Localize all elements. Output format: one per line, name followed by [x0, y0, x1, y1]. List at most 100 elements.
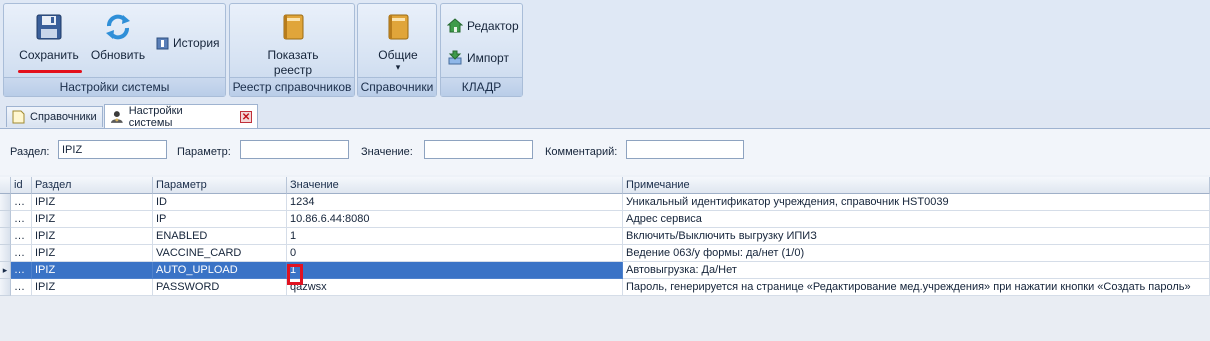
cell-id[interactable]: … — [11, 211, 32, 228]
table-row[interactable]: ▸… IPIZ AUTO_UPLOAD 1 Автовыгрузка: Да/Нет — [0, 262, 1210, 279]
refresh-label: Обновить — [90, 48, 146, 62]
cell-value[interactable]: 0 — [287, 245, 623, 262]
cell-id[interactable]: … — [11, 194, 32, 211]
row-selector[interactable]: ▸ — [0, 262, 11, 279]
editor-button[interactable]: Редактор — [447, 18, 519, 34]
group-label: Справочники — [358, 77, 436, 96]
cell-id[interactable]: … — [11, 279, 32, 296]
value-highlight-box — [287, 264, 303, 285]
history-icon — [156, 37, 169, 49]
import-label: Импорт — [467, 51, 509, 65]
cell-param[interactable]: PASSWORD — [153, 279, 287, 296]
comment-label: Комментарий: — [545, 146, 618, 158]
value-label: Значение: — [361, 146, 413, 158]
chevron-down-icon: ▾ — [395, 62, 401, 72]
value-input[interactable] — [424, 140, 533, 159]
import-button[interactable]: Импорт — [447, 50, 509, 66]
column-header-param[interactable]: Параметр — [153, 177, 287, 194]
cell-param[interactable]: VACCINE_CARD — [153, 245, 287, 262]
house-edit-icon — [447, 18, 463, 33]
tab-dictionaries[interactable]: Справочники — [6, 106, 103, 127]
ribbon-group-registry: Показать реестр Реестр справочников — [229, 3, 355, 97]
column-header-value[interactable]: Значение — [287, 177, 623, 194]
cell-param[interactable]: AUTO_UPLOAD — [153, 262, 287, 279]
book-icon — [388, 14, 409, 40]
cell-note[interactable]: Ведение 063/у формы: да/нет (1/0) — [623, 245, 1210, 262]
ribbon-group-kladr: Редактор Импорт КЛАДР — [440, 3, 523, 97]
param-label: Параметр: — [177, 146, 231, 158]
common-label: Общие — [378, 48, 418, 62]
book-icon — [283, 14, 304, 40]
ribbon-group-system-settings: Сохранить Обновить История Настройки сис… — [3, 3, 226, 97]
table-row[interactable]: … IPIZ ENABLED 1 Включить/Выключить выгрузку… — [0, 228, 1210, 245]
row-header-column — [0, 177, 11, 194]
table-row[interactable]: … IPIZ ID 1234 Уникальный идентификатор учре… — [0, 194, 1210, 211]
row-selector[interactable] — [0, 245, 11, 262]
history-button[interactable]: История — [156, 36, 220, 50]
refresh-button[interactable]: Обновить — [88, 12, 148, 62]
row-selector[interactable] — [0, 228, 11, 245]
group-label: Настройки системы — [4, 77, 225, 96]
comment-input[interactable] — [626, 140, 744, 159]
cell-value[interactable]: 10.86.6.44:8080 — [287, 211, 623, 228]
show-registry-label-line1: Показать — [267, 48, 319, 62]
table-row[interactable]: … IPIZ VACCINE_CARD 0 Ведение 063/у формы: д… — [0, 245, 1210, 262]
row-selector[interactable] — [0, 211, 11, 228]
tab-label: Настройки системы — [128, 104, 183, 129]
table-row[interactable]: … IPIZ IP 10.86.6.44:8080 Адрес сервиса — [0, 211, 1210, 228]
cell-note[interactable]: Включить/Выключить выгрузку ИПИЗ — [623, 228, 1210, 245]
cell-section[interactable]: IPIZ — [32, 211, 153, 228]
column-header-section[interactable]: Раздел — [32, 177, 153, 194]
cell-id[interactable]: … — [11, 245, 32, 262]
cell-note[interactable]: Адрес сервиса — [623, 211, 1210, 228]
cell-section[interactable]: IPIZ — [32, 228, 153, 245]
cell-section[interactable]: IPIZ — [32, 194, 153, 211]
refresh-icon — [106, 14, 130, 40]
section-label: Раздел: — [10, 146, 50, 158]
cell-section[interactable]: IPIZ — [32, 279, 153, 296]
cell-note[interactable]: Пароль, генерируется на странице «Редакт… — [623, 279, 1210, 296]
row-selector[interactable] — [0, 279, 11, 296]
floppy-disk-icon — [36, 14, 62, 40]
show-registry-label-line2: реестр — [273, 63, 313, 77]
column-header-note[interactable]: Примечание — [623, 177, 1210, 194]
tab-label: Справочники — [30, 111, 97, 123]
show-registry-button[interactable]: Показать реестр — [248, 12, 338, 78]
user-settings-icon — [110, 110, 123, 123]
tab-system-settings[interactable]: Настройки системы ✕ — [104, 104, 258, 129]
ribbon: Сохранить Обновить История Настройки сис… — [0, 0, 1210, 101]
column-header-id[interactable]: id — [11, 177, 32, 194]
editor-label: Редактор — [467, 19, 519, 33]
cell-note[interactable]: Автовыгрузка: Да/Нет — [623, 262, 1210, 279]
cell-note[interactable]: Уникальный идентификатор учреждения, спр… — [623, 194, 1210, 211]
cell-value[interactable]: 1234 — [287, 194, 623, 211]
group-label: КЛАДР — [441, 77, 522, 96]
section-input[interactable] — [58, 140, 167, 159]
settings-grid: id Раздел Параметр Значение Примечание …… — [0, 177, 1210, 341]
document-icon — [12, 110, 25, 124]
cell-value[interactable]: qazwsx — [287, 279, 623, 296]
common-dropdown-button[interactable]: Общие ▾ — [368, 12, 428, 72]
close-icon[interactable]: ✕ — [240, 110, 252, 123]
cell-value[interactable]: 1 — [287, 262, 623, 279]
cell-id[interactable]: … — [11, 228, 32, 245]
history-label: История — [173, 36, 220, 50]
cell-id[interactable]: … — [11, 262, 32, 279]
save-underline-mark — [18, 70, 82, 73]
group-label: Реестр справочников — [230, 77, 354, 96]
table-row[interactable]: … IPIZ PASSWORD qazwsx Пароль, генерируется … — [0, 279, 1210, 296]
document-tabs: Справочники Настройки системы ✕ — [0, 100, 1210, 129]
cell-param[interactable]: IP — [153, 211, 287, 228]
cell-param[interactable]: ENABLED — [153, 228, 287, 245]
ribbon-group-dictionaries: Общие ▾ Справочники — [357, 3, 437, 97]
cell-param[interactable]: ID — [153, 194, 287, 211]
save-button[interactable]: Сохранить — [12, 12, 86, 62]
row-selector[interactable] — [0, 194, 11, 211]
filter-bar: Раздел: Параметр: Значение: Комментарий: — [0, 129, 1210, 175]
save-label: Сохранить — [19, 48, 79, 62]
param-input[interactable] — [240, 140, 349, 159]
cell-section[interactable]: IPIZ — [32, 262, 153, 279]
cell-section[interactable]: IPIZ — [32, 245, 153, 262]
cell-value[interactable]: 1 — [287, 228, 623, 245]
import-icon — [448, 50, 462, 65]
